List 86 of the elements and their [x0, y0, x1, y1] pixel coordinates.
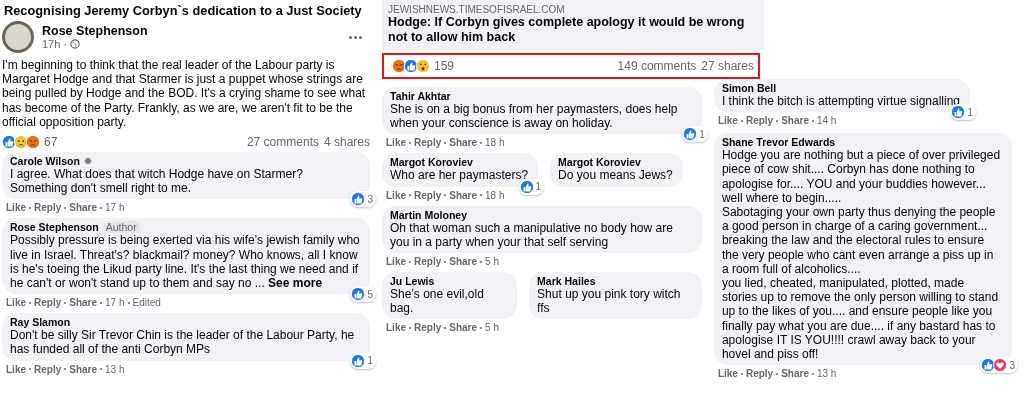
- post-time[interactable]: 17h ·: [42, 38, 68, 50]
- action-link[interactable]: Like: [6, 202, 26, 214]
- comment-time[interactable]: 14 h: [816, 115, 837, 127]
- comment-author[interactable]: Mark Hailes: [537, 275, 596, 287]
- comment-time[interactable]: 18 h: [485, 137, 505, 149]
- action-link[interactable]: Reply: [414, 189, 442, 201]
- action-link[interactable]: Reply: [414, 137, 442, 149]
- comment-author[interactable]: Margot Koroviev: [390, 156, 473, 169]
- action-link[interactable]: Share: [449, 322, 478, 334]
- comment-text: Shut up you pink tory witch ffs: [537, 287, 682, 316]
- action-link[interactable]: Share: [69, 363, 98, 375]
- comment-text: She’s one evil,old bag.: [390, 287, 485, 316]
- comment-time[interactable]: 5 h: [485, 256, 499, 267]
- like-reaction-icon: [351, 287, 366, 302]
- comment-time[interactable]: 18 h: [485, 189, 505, 201]
- comment-author[interactable]: Tahir Akhtar: [390, 90, 451, 102]
- action-link[interactable]: Reply: [745, 115, 774, 127]
- author-tag: Author: [102, 221, 140, 234]
- see-more-link[interactable]: See more: [268, 276, 323, 291]
- reaction-badge: 5: [350, 286, 376, 303]
- heart-reaction-icon: [993, 358, 1008, 373]
- comment-author[interactable]: Carole Wilson: [10, 155, 80, 167]
- comment-author[interactable]: Rose Stephenson: [10, 221, 99, 234]
- comments-count[interactable]: 27 comments: [246, 135, 319, 149]
- shares-count[interactable]: 4 shares: [323, 135, 370, 149]
- like-reaction-icon: [683, 127, 698, 142]
- comment-author[interactable]: Ray Slamon: [10, 316, 71, 329]
- link-headline[interactable]: Hodge: If Corbyn gives complete apology it would be wrong not to allow him back: [388, 15, 758, 45]
- action-link[interactable]: Share: [781, 368, 809, 380]
- post-text: I'm beginning to think that the real leader of the Labour party is Margaret Hodge and that Starmer is just a puppet whose strings are being pulled by Hodge and the BOD. It's a crying shame to see what has become of the Party. Frankly, as we are, we aren't fit to be the official opposition party.: [2, 57, 367, 131]
- action-link[interactable]: Like: [6, 297, 26, 309]
- link-domain[interactable]: JEWISHNEWS.TIMESOFISRAEL.COM: [388, 4, 758, 15]
- action-link[interactable]: Share: [69, 202, 98, 214]
- action-link[interactable]: Reply: [34, 202, 62, 214]
- action-link[interactable]: Like: [386, 137, 406, 149]
- reaction-badge: 3: [980, 357, 1018, 374]
- comment-time[interactable]: 17 h: [105, 297, 125, 309]
- reaction-badge: 3: [350, 191, 376, 208]
- comment-time[interactable]: 13 h: [105, 363, 125, 375]
- action-link[interactable]: Share: [69, 297, 98, 309]
- comment-author[interactable]: Shane Trevor Edwards: [721, 136, 836, 149]
- reaction-badge: 1: [682, 126, 708, 143]
- comment-author[interactable]: Margot Koroviev: [558, 156, 641, 169]
- reaction-badge: 1: [518, 178, 545, 195]
- action-link[interactable]: Reply: [34, 363, 62, 375]
- angry-emoji-icon: [26, 135, 40, 149]
- post-author[interactable]: Rose Stephenson: [42, 24, 337, 38]
- surprised-emoji-icon: [416, 59, 430, 73]
- shares-count[interactable]: 27 shares: [701, 59, 754, 73]
- action-link[interactable]: Share: [449, 256, 478, 267]
- like-reaction-icon: [351, 192, 366, 207]
- avatar: [2, 21, 34, 53]
- action-link[interactable]: Like: [386, 322, 406, 334]
- comment-author[interactable]: Ju Lewis: [390, 275, 435, 287]
- like-reaction-icon: [351, 353, 366, 368]
- comment-text: I agree. What does that witch Hodge have on Starmer? Something don't smell right to me.: [10, 167, 304, 196]
- action-link[interactable]: Reply: [414, 322, 442, 334]
- comment-time[interactable]: 17 h: [105, 202, 125, 214]
- action-link[interactable]: Like: [717, 368, 738, 380]
- comment-time[interactable]: 5 h: [485, 322, 499, 334]
- action-link[interactable]: Like: [6, 363, 26, 375]
- comment-text: She is on a big bonus from her paymasters, does help when your conscience is away on holiday.: [390, 102, 679, 131]
- action-link[interactable]: Share: [449, 189, 478, 201]
- angry-emoji-icon: [392, 59, 406, 73]
- reaction-count[interactable]: 159: [434, 59, 455, 73]
- action-link[interactable]: Like: [386, 189, 406, 201]
- edited-label: Edited: [132, 297, 161, 309]
- action-link[interactable]: Reply: [414, 256, 442, 267]
- action-link[interactable]: Reply: [34, 297, 62, 309]
- action-link[interactable]: Like: [386, 256, 406, 267]
- like-reaction-icon: [2, 135, 16, 149]
- comment-time[interactable]: 13 h: [816, 368, 837, 380]
- reaction-badge: 1: [350, 352, 376, 369]
- comments-count[interactable]: 149 comments: [617, 59, 697, 73]
- reaction-count[interactable]: 67: [44, 135, 58, 149]
- badge-icon: [83, 157, 92, 165]
- action-link[interactable]: Share: [781, 115, 809, 127]
- comment-text: Oh that woman such a manipulative no body how are you in a party when your that self serving: [390, 220, 674, 249]
- action-link[interactable]: Reply: [745, 368, 774, 380]
- comment-author[interactable]: Simon Bell: [721, 82, 777, 94]
- reaction-badge: 1: [950, 104, 977, 121]
- comment-text: Do you means Jews?: [558, 168, 673, 183]
- action-link[interactable]: Share: [449, 137, 478, 149]
- comment-author[interactable]: Martin Moloney: [390, 208, 467, 221]
- group-title: Recognising Jeremy Corbyn`s dedication to a Just Society: [3, 2, 362, 20]
- action-link[interactable]: Like: [717, 115, 738, 127]
